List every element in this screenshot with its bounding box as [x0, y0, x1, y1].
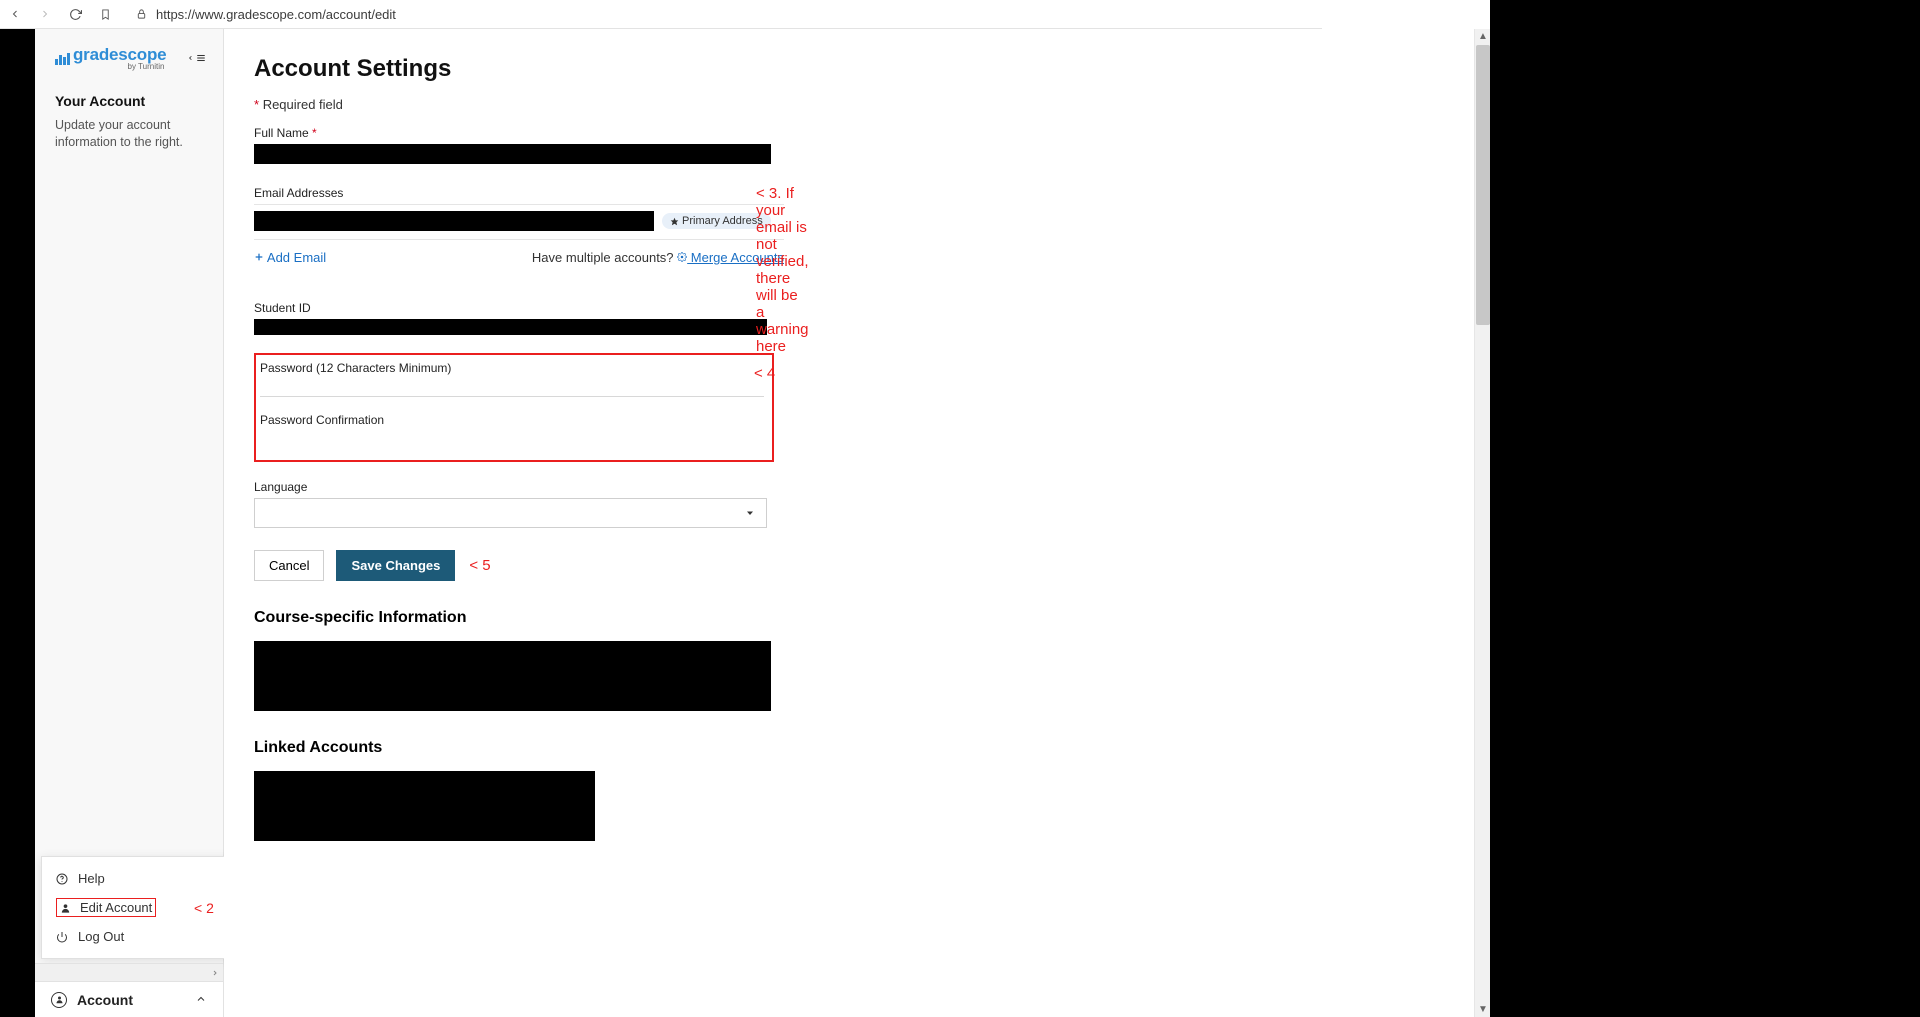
popup-edit-account[interactable]: Edit Account < 2: [42, 892, 238, 923]
plus-icon: [254, 252, 264, 262]
scrollbar-thumb[interactable]: [1476, 45, 1490, 325]
annotation-3: < 3. If your email is not verified, ther…: [756, 185, 809, 355]
email-label: Email Addresses: [254, 186, 784, 200]
caret-down-icon: [744, 506, 756, 524]
logo-bars-icon: [55, 53, 70, 65]
password-label: Password (12 Characters Minimum): [260, 361, 764, 375]
vertical-scrollbar[interactable]: ▲ ▼: [1474, 29, 1490, 1017]
forward-icon[interactable]: [36, 5, 54, 23]
popup-help[interactable]: Help: [42, 865, 238, 892]
student-id-label: Student ID: [254, 301, 784, 315]
sidebar-title: Your Account: [55, 93, 203, 109]
save-button[interactable]: Save Changes: [336, 550, 455, 581]
linked-accounts-redacted: [254, 771, 595, 841]
redacted-strip-left: [0, 29, 35, 1017]
language-label: Language: [254, 480, 784, 494]
annotation-4: < 4: [754, 365, 775, 382]
star-icon: [670, 217, 679, 226]
lock-icon: [132, 5, 150, 23]
email-value-redacted: [254, 211, 654, 231]
scroll-down-icon[interactable]: ▼: [1478, 1004, 1488, 1015]
help-icon: [56, 873, 68, 885]
course-info-title: Course-specific Information: [254, 609, 784, 627]
scroll-up-icon[interactable]: ▲: [1478, 31, 1488, 42]
reload-icon[interactable]: [66, 5, 84, 23]
account-trigger-label: Account: [77, 992, 133, 1008]
bookmark-icon[interactable]: [96, 5, 114, 23]
gear-icon: [677, 252, 687, 262]
course-info-redacted: [254, 641, 771, 711]
popup-logout[interactable]: Log Out: [42, 923, 238, 950]
horizontal-scrollbar[interactable]: [35, 963, 223, 981]
account-trigger[interactable]: Account: [35, 981, 223, 1017]
avatar-icon: [51, 992, 67, 1008]
cancel-button[interactable]: Cancel: [254, 550, 324, 581]
linked-accounts-title: Linked Accounts: [254, 739, 784, 757]
popup-logout-label: Log Out: [78, 929, 124, 944]
annotation-2: < 2: [194, 900, 214, 916]
add-email-link[interactable]: Add Email: [254, 250, 326, 265]
password-confirm-input[interactable]: [260, 431, 764, 449]
chevron-up-icon: [195, 992, 207, 1008]
logo[interactable]: gradescope by Turnitin: [55, 45, 166, 71]
full-name-label: Full Name *: [254, 126, 784, 140]
password-input[interactable]: [260, 379, 764, 397]
page-title: Account Settings: [254, 55, 784, 83]
language-select[interactable]: [254, 498, 767, 528]
merge-prompt: Have multiple accounts?: [532, 250, 674, 265]
popup-help-label: Help: [78, 871, 105, 886]
user-icon: [60, 902, 72, 914]
popup-edit-account-label: Edit Account: [80, 900, 152, 915]
back-icon[interactable]: [6, 5, 24, 23]
sidebar-description: Update your account information to the r…: [55, 117, 203, 151]
primary-address-badge: Primary Address: [662, 213, 771, 229]
content: Account Settings * Required field Full N…: [224, 29, 1490, 1017]
account-popup: Help Edit Account < 2 Log Out: [41, 856, 239, 959]
password-section: Password (12 Characters Minimum) Passwor…: [254, 353, 774, 462]
annotation-5: < 5: [469, 557, 490, 574]
browser-toolbar: https://www.gradescope.com/account/edit: [0, 0, 1322, 29]
student-id-input-redacted[interactable]: [254, 319, 767, 335]
url-text[interactable]: https://www.gradescope.com/account/edit: [156, 7, 396, 22]
full-name-input-redacted[interactable]: [254, 144, 771, 164]
sidebar: gradescope by Turnitin Your Account Upda…: [35, 29, 224, 1017]
required-note: * Required field: [254, 97, 784, 112]
collapse-sidebar-button[interactable]: [187, 53, 207, 63]
power-icon: [56, 931, 68, 943]
password-confirm-label: Password Confirmation: [260, 413, 764, 427]
